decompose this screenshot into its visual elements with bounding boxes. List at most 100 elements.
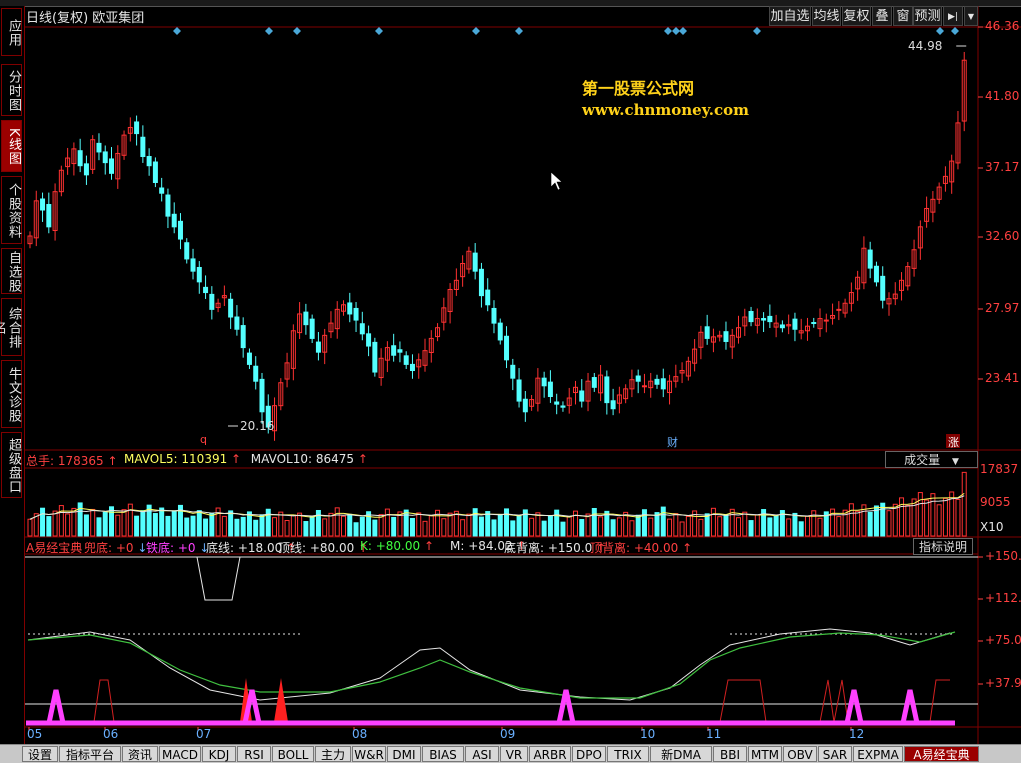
watermark-line1: 第一股票公式网 xyxy=(582,79,695,98)
bottom-tab-4[interactable]: KDJ xyxy=(202,746,236,762)
bottom-tab-label: 指标平台 xyxy=(65,748,114,762)
volume-legend-text: 总手: 178365 xyxy=(26,454,104,468)
triangle-down-icon[interactable]: ▼ xyxy=(964,6,978,26)
sidebar-tab-5[interactable]: 综合排名 xyxy=(0,298,22,356)
toolbar-button-0[interactable]: 加自选 xyxy=(769,6,811,26)
candle-body xyxy=(541,377,547,387)
candle-body xyxy=(165,194,171,217)
toolbar-button-1[interactable]: 均线 xyxy=(812,6,841,26)
toolbar-button-5[interactable]: 预测 xyxy=(913,6,942,26)
bottom-tab-18[interactable]: MTM xyxy=(748,746,782,762)
indicator-legend-text: 底线: +18.00 xyxy=(206,541,283,555)
candle-body xyxy=(134,121,140,135)
volume-bar xyxy=(315,509,321,537)
sidebar-tab-7[interactable]: 超级盘口 xyxy=(1,432,22,498)
candle-body xyxy=(510,364,516,379)
bottom-tab-2[interactable]: 资讯 xyxy=(122,746,158,762)
m-line xyxy=(27,628,951,701)
event-diamond xyxy=(293,27,301,35)
sidebar-tab-label: 超级盘口 xyxy=(6,438,21,494)
sidebar: 应用分时图 K线图个股资料自选股综合排名牛文诊股超级盘口 xyxy=(0,6,25,744)
volume-bar xyxy=(353,522,359,537)
candles xyxy=(27,51,967,441)
candle-body xyxy=(704,326,710,339)
indicator-legend-item: 顶背离: +40.00 ↑ xyxy=(590,539,692,556)
volume-bar xyxy=(616,517,622,537)
bottom-tab-21[interactable]: EXPMA xyxy=(853,746,903,762)
toolbar-button-4[interactable]: 窗 xyxy=(893,6,913,26)
bottom-tab-10[interactable]: BIAS xyxy=(422,746,464,762)
indicator-legend-text: 顶线: +80.00 xyxy=(278,541,355,555)
sidebar-tab-4[interactable]: 自选股 xyxy=(1,248,22,294)
volume-bar xyxy=(541,520,547,537)
low-label: 20.16 xyxy=(240,419,274,433)
mavol10-line xyxy=(29,495,965,520)
bottom-tab-8[interactable]: W&R xyxy=(352,746,386,762)
volume-bar xyxy=(52,510,58,537)
candle-body xyxy=(635,375,641,382)
volume-bar xyxy=(598,516,604,537)
volume-bar xyxy=(83,514,89,537)
volume-bar xyxy=(723,514,729,537)
volume-bar xyxy=(447,512,453,537)
bottom-tab-22[interactable]: A易经宝典 xyxy=(904,746,979,762)
arrow-up-icon: ↑ xyxy=(354,452,368,466)
candle-body xyxy=(359,323,365,335)
toolbar-button-3[interactable]: 叠 xyxy=(872,6,892,26)
candle-body xyxy=(184,242,190,260)
volume-bar xyxy=(416,512,422,537)
volume-bar xyxy=(65,513,71,537)
candle-body xyxy=(604,376,610,404)
volume-bar xyxy=(297,512,303,537)
bottom-tab-12[interactable]: VR xyxy=(500,746,528,762)
candle-body xyxy=(196,266,202,283)
bottom-tab-11[interactable]: ASI xyxy=(465,746,499,762)
bottom-tab-16[interactable]: 新DMA xyxy=(650,746,712,762)
sidebar-tab-6[interactable]: 牛文诊股 xyxy=(1,360,22,428)
candle-body xyxy=(228,298,234,318)
price-tick-label: 41.80 xyxy=(985,89,1020,103)
volume-bar xyxy=(792,512,798,537)
volume-bar xyxy=(641,509,647,537)
sidebar-tab-0[interactable]: 应用 xyxy=(1,8,22,56)
sidebar-tab-2[interactable]: K线图 xyxy=(1,120,22,172)
bottom-tab-3[interactable]: MACD xyxy=(159,746,201,762)
candle-body xyxy=(353,307,359,321)
play-end-icon[interactable]: ▶| xyxy=(943,6,963,26)
volume-bar xyxy=(742,511,748,537)
volume-bar xyxy=(654,512,660,537)
bottom-tab-6[interactable]: BOLL xyxy=(272,746,314,762)
bottom-tab-19[interactable]: OBV xyxy=(783,746,817,762)
volume-bar xyxy=(303,521,309,537)
arrow-up-icon: ↑ xyxy=(227,452,242,466)
bottom-tab-1[interactable]: 指标平台 xyxy=(59,746,121,762)
volume-type-dropdown[interactable]: 成交量 ▼ xyxy=(885,451,978,468)
sidebar-tab-3[interactable]: 个股资料 xyxy=(1,176,22,244)
toolbar-button-label: 叠 xyxy=(875,9,889,24)
candle-body xyxy=(761,318,767,321)
bottom-tab-7[interactable]: 主力 xyxy=(315,746,351,762)
indicator-explain-button[interactable]: 指标说明 xyxy=(913,538,973,555)
volume-bar xyxy=(441,518,447,537)
bottom-tab-20[interactable]: SAR xyxy=(818,746,852,762)
volume-bar xyxy=(27,518,33,537)
toolbar-button-2[interactable]: 复权 xyxy=(842,6,871,26)
bottom-divergence-dip xyxy=(196,556,241,601)
bottom-tab-9[interactable]: DMI xyxy=(387,746,421,762)
bottom-tab-0[interactable]: 设置 xyxy=(22,746,58,762)
volume-bar xyxy=(259,514,265,537)
volume-bar xyxy=(497,513,503,537)
arrow-up-icon: ↑ xyxy=(103,454,118,468)
toolbar-button-label: 加自选 xyxy=(770,9,810,24)
bottom-tab-14[interactable]: DPO xyxy=(572,746,606,762)
volume-bar xyxy=(171,510,177,537)
bottom-tab-5[interactable]: RSI xyxy=(237,746,271,762)
sidebar-tab-label: 牛文诊股 xyxy=(6,367,21,423)
sidebar-tab-1[interactable]: 分时图 xyxy=(1,64,22,116)
volume-bar xyxy=(90,508,96,537)
volume-bar xyxy=(77,502,83,537)
bottom-tab-15[interactable]: TRIX xyxy=(607,746,649,762)
bottom-tab-13[interactable]: ARBR xyxy=(529,746,571,762)
bottom-tab-17[interactable]: BBI xyxy=(713,746,747,762)
volume-bar xyxy=(102,511,108,537)
